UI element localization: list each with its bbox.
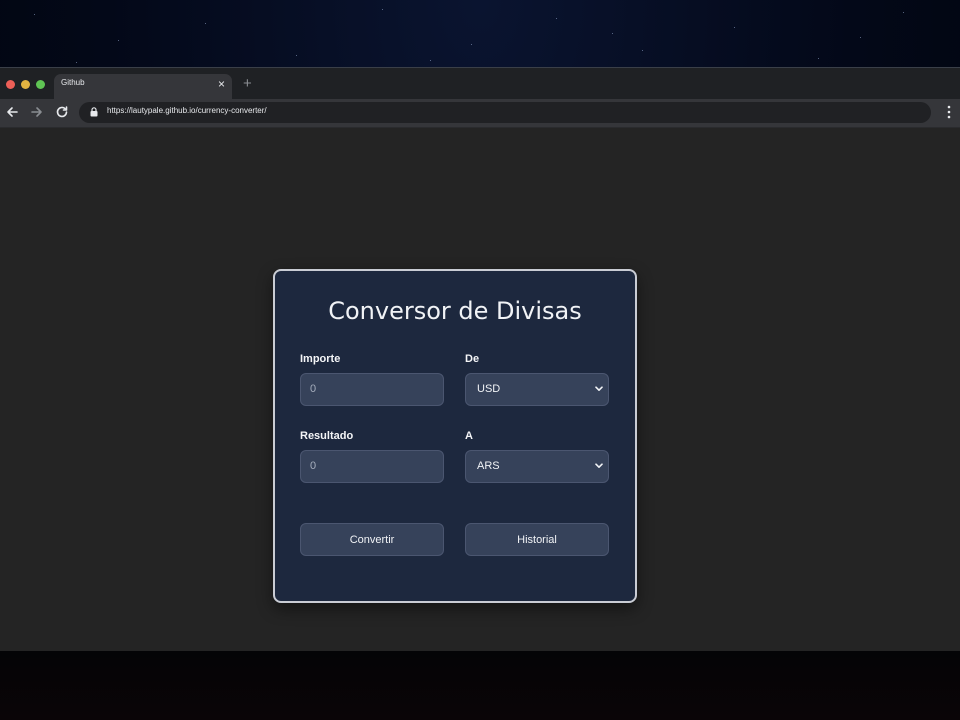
- url-text: https://lautypale.github.io/currency-con…: [107, 106, 267, 115]
- browser-toolbar: https://lautypale.github.io/currency-con…: [0, 99, 960, 128]
- star: [471, 44, 472, 45]
- minimize-window-button[interactable]: [21, 80, 30, 89]
- star: [382, 9, 383, 10]
- tab-github[interactable]: Github ×: [54, 74, 232, 99]
- chevron-down-icon: [595, 386, 603, 391]
- star: [556, 18, 557, 19]
- amount-label: Importe: [300, 353, 341, 365]
- tab-strip: Github × +: [0, 68, 960, 99]
- from-currency-label: De: [465, 353, 480, 365]
- star: [642, 50, 643, 51]
- amount-input[interactable]: 0: [300, 373, 444, 406]
- star: [296, 55, 297, 56]
- page-viewport: Conversor de Divisas Importe 0 De USD Re…: [0, 128, 960, 651]
- star: [118, 40, 119, 41]
- to-currency-label: A: [465, 430, 473, 442]
- convert-button[interactable]: Convertir: [300, 523, 444, 556]
- star: [903, 12, 904, 13]
- close-window-button[interactable]: [6, 80, 15, 89]
- star: [734, 27, 735, 28]
- more-menu-icon[interactable]: [946, 105, 952, 119]
- chevron-down-icon: [595, 463, 603, 468]
- address-bar[interactable]: https://lautypale.github.io/currency-con…: [79, 102, 931, 123]
- from-currency-value: USD: [477, 383, 501, 395]
- back-arrow-icon[interactable]: [4, 104, 20, 120]
- desktop-bottom-strip: [0, 651, 960, 720]
- star: [860, 37, 861, 38]
- tab-title: Github: [61, 78, 85, 87]
- history-button[interactable]: Historial: [465, 523, 609, 556]
- page-title: Conversor de Divisas: [328, 297, 582, 325]
- star: [818, 58, 819, 59]
- new-tab-icon[interactable]: +: [243, 76, 252, 91]
- to-currency-value: ARS: [477, 460, 500, 472]
- result-input[interactable]: 0: [300, 450, 444, 483]
- desktop-background: Github × + https://lautypale.github.io/c…: [0, 0, 960, 720]
- convert-button-label: Convertir: [349, 534, 395, 546]
- star: [205, 23, 206, 24]
- browser-window: Github × + https://lautypale.github.io/c…: [0, 68, 960, 651]
- lock-icon: [90, 107, 98, 117]
- history-button-label: Historial: [517, 534, 557, 546]
- to-currency-select[interactable]: ARS: [465, 450, 609, 483]
- forward-arrow-icon[interactable]: [29, 104, 45, 120]
- maximize-window-button[interactable]: [36, 80, 45, 89]
- close-icon[interactable]: ×: [218, 77, 225, 91]
- reload-icon[interactable]: [54, 104, 70, 120]
- from-currency-select[interactable]: USD: [465, 373, 609, 406]
- result-label: Resultado: [300, 430, 354, 442]
- star: [76, 62, 77, 63]
- result-placeholder: 0: [310, 460, 317, 472]
- star: [430, 60, 431, 61]
- converter-card: Conversor de Divisas Importe 0 De USD Re…: [273, 269, 637, 603]
- star: [34, 14, 35, 15]
- amount-placeholder: 0: [310, 383, 317, 395]
- star: [612, 33, 613, 34]
